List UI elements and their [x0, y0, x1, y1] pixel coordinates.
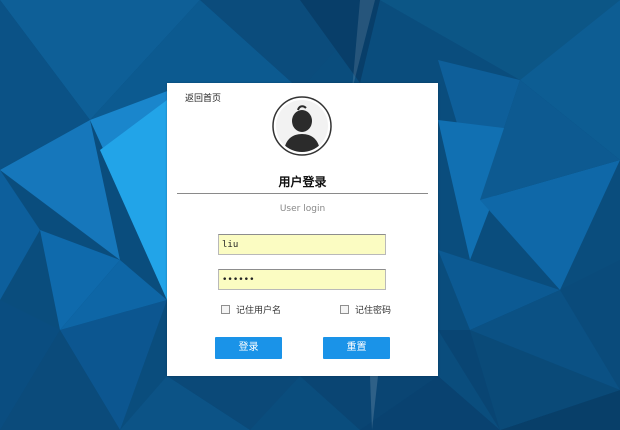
remember-username-checkbox[interactable]: [221, 304, 230, 314]
page-title: 用户登录: [278, 175, 327, 189]
login-button[interactable]: 登录: [215, 337, 282, 359]
password-input[interactable]: [218, 269, 386, 290]
login-panel: 返回首页 用户登录 User login 记住用户名 记住密码 登录 重置: [167, 83, 438, 376]
remember-password-checkbox[interactable]: [340, 304, 349, 314]
reset-button[interactable]: 重置: [323, 337, 390, 359]
home-link[interactable]: 返回首页: [185, 91, 221, 104]
remember-username-option[interactable]: 记住用户名: [221, 302, 281, 316]
user-avatar-icon: [272, 96, 332, 156]
username-input[interactable]: [218, 234, 386, 255]
remember-password-label: 记住密码: [355, 305, 392, 316]
title-divider: [177, 193, 428, 194]
remember-password-option[interactable]: 记住密码: [340, 302, 391, 316]
page-subtitle: User login: [279, 204, 326, 214]
remember-username-label: 记住用户名: [236, 305, 282, 316]
